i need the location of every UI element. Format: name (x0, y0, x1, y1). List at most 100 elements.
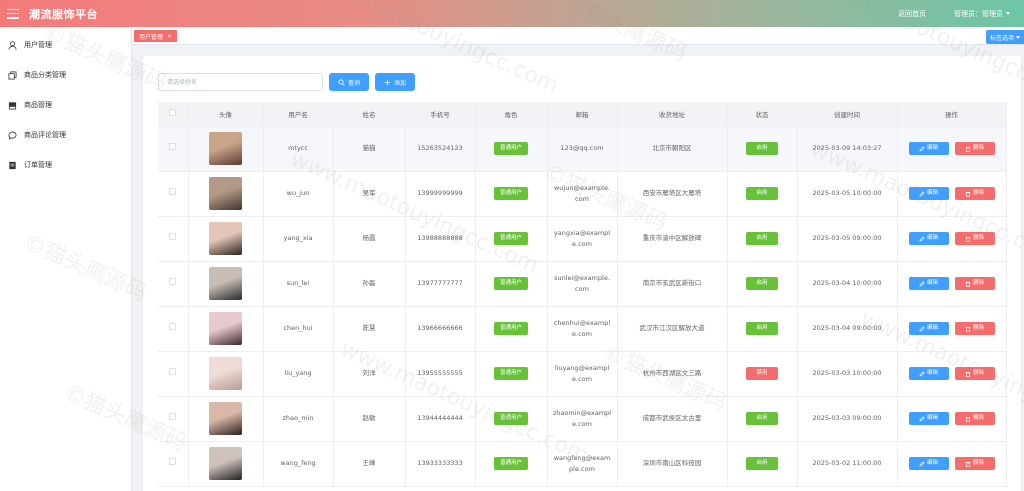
created-time-cell: 2025-03-05 09:00:00 (797, 216, 898, 262)
email-line: com (575, 284, 589, 293)
edit-button[interactable]: 编辑 (908, 277, 949, 290)
actions-cell: 编辑 删除 (897, 216, 1007, 262)
row-select-cell (158, 396, 189, 442)
select-all-checkbox[interactable] (169, 109, 177, 117)
email-line: liuyang@exampl (554, 363, 610, 372)
sidebar-item-products[interactable]: 商品管理 (0, 90, 131, 120)
name-cell: 王峰 (333, 441, 406, 487)
edit-label: 编辑 (926, 235, 938, 241)
search-input[interactable] (158, 73, 323, 91)
edit-button[interactable]: 编辑 (908, 367, 949, 380)
row-checkbox[interactable] (169, 458, 177, 465)
add-button[interactable]: 添加 (375, 73, 415, 91)
row-actions: 编辑 删除 (898, 187, 1006, 200)
delete-button[interactable]: 删除 (954, 232, 995, 245)
delete-button[interactable]: 删除 (954, 187, 995, 200)
sidebar-item-categories[interactable]: 商品分类管理 (0, 60, 131, 90)
actions-cell: 编辑 删除 (897, 441, 1007, 487)
sidebar-item-comments[interactable]: 商品评论管理 (0, 120, 131, 150)
delete-label: 删除 (972, 415, 984, 421)
edit-button[interactable]: 编辑 (908, 322, 949, 335)
role-tag: 普通用户 (493, 457, 528, 470)
email-cell: liuyang@exampl e.com (547, 351, 618, 397)
admin-label: 管理员：管理员 (954, 9, 1003, 18)
delete-button[interactable]: 删除 (954, 412, 995, 425)
search-bar: 查询 添加 (158, 73, 415, 91)
edit-button[interactable]: 编辑 (908, 457, 949, 470)
select-all-header (158, 102, 189, 127)
email-line: ple.com (569, 464, 595, 473)
delete-button[interactable]: 删除 (954, 367, 995, 380)
query-button[interactable]: 查询 (329, 73, 369, 91)
tab-users[interactable]: 用户管理 × (134, 30, 178, 42)
status-cell: 启用 (727, 171, 798, 217)
main-content: 查询 添加 头像 用户名 姓名 手机号 角色 邮箱 收货地址 状态 创建时间 操 (143, 56, 1021, 491)
row-checkbox[interactable] (169, 368, 177, 375)
edit-label: 编辑 (926, 325, 938, 331)
column-header: 邮箱 (547, 102, 618, 127)
tab-options-button[interactable]: 标签选项 (985, 30, 1024, 44)
table-row: chen_hui 陈慧 13966666666 普通用户 chenhui@exampl e… (158, 306, 1007, 352)
delete-button[interactable]: 删除 (954, 322, 995, 335)
column-header: 操作 (897, 102, 1007, 127)
delete-label: 删除 (972, 235, 984, 241)
actions-cell: 编辑 删除 (897, 126, 1007, 172)
row-select-cell (158, 351, 189, 397)
edit-button[interactable]: 编辑 (908, 142, 949, 155)
avatar (209, 312, 242, 345)
close-icon[interactable]: × (167, 33, 172, 40)
edit-icon (919, 145, 925, 152)
back-home-link[interactable]: 返回首页 (898, 9, 926, 19)
phone-cell: 13988888888 (405, 216, 476, 262)
avatar (209, 222, 242, 255)
row-actions: 编辑 删除 (898, 277, 1006, 290)
row-checkbox[interactable] (169, 413, 177, 420)
sidebar: 用户管理 商品分类管理 商品管理 商品评论管理 订单管理 (0, 27, 132, 491)
delete-button[interactable]: 删除 (954, 457, 995, 470)
avatar-cell (188, 126, 264, 172)
edit-button[interactable]: 编辑 (908, 187, 949, 200)
role-cell: 普通用户 (475, 171, 548, 217)
admin-dropdown[interactable]: 管理员：管理员 (954, 9, 1010, 19)
edit-button[interactable]: 编辑 (908, 412, 949, 425)
table-header-row: 头像 用户名 姓名 手机号 角色 邮箱 收货地址 状态 创建时间 操作 (158, 102, 1007, 127)
email-line: e.com (572, 329, 592, 338)
row-checkbox[interactable] (169, 143, 177, 150)
role-cell: 普通用户 (475, 441, 548, 487)
row-actions: 编辑 删除 (898, 142, 1006, 155)
avatar (209, 447, 242, 480)
email-cell: chenhui@exampl e.com (547, 306, 618, 352)
address-cell: 成都市武侯区太古里 (617, 396, 728, 442)
row-checkbox[interactable] (169, 233, 177, 240)
email-cell: wangfeng@exam ple.com (547, 441, 618, 487)
phone-cell: 13955555555 (405, 351, 476, 397)
status-cell: 启用 (727, 216, 798, 262)
avatar (209, 357, 242, 390)
delete-button[interactable]: 删除 (954, 277, 995, 290)
delete-button[interactable]: 删除 (954, 142, 995, 155)
role-tag: 普通用户 (493, 187, 528, 200)
sidebar-item-users[interactable]: 用户管理 (0, 30, 131, 60)
box-icon (8, 101, 17, 110)
delete-label: 删除 (972, 325, 984, 331)
row-checkbox[interactable] (169, 188, 177, 195)
edit-label: 编辑 (926, 190, 938, 196)
query-label: 查询 (347, 79, 360, 87)
status-badge: 启用 (746, 277, 778, 290)
address-cell: 西安市雁塔区大雁塔 (617, 171, 728, 217)
row-checkbox[interactable] (169, 278, 177, 285)
status-badge: 启用 (746, 187, 778, 200)
phone-cell: 13999999999 (405, 171, 476, 217)
status-cell: 启用 (727, 441, 798, 487)
sidebar-item-orders[interactable]: 订单管理 (0, 150, 131, 180)
edit-icon (919, 460, 925, 467)
name-cell: 猫猫 (333, 126, 406, 172)
phone-cell: 13933333333 (405, 441, 476, 487)
edit-button[interactable]: 编辑 (908, 232, 949, 245)
column-header: 手机号 (405, 102, 476, 127)
menu-toggle-icon[interactable] (7, 8, 19, 19)
email-line: zhaomin@exampl (552, 408, 612, 417)
row-checkbox[interactable] (169, 323, 177, 330)
status-cell: 启用 (727, 306, 798, 352)
delete-label: 删除 (972, 145, 984, 151)
